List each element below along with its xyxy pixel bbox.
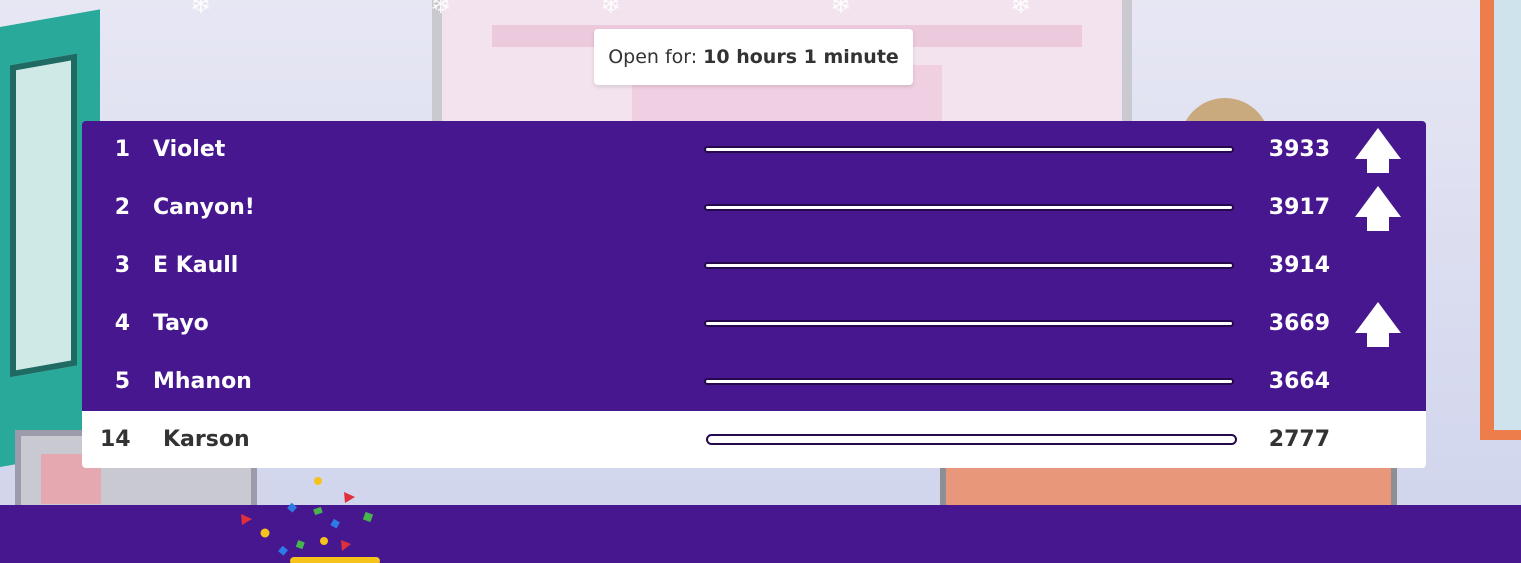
score-value: 3933	[1268, 137, 1330, 162]
score-value: 2777	[1268, 427, 1330, 452]
arrow-up-icon	[1355, 128, 1401, 173]
leaderboard: 1 Violet 3933 2 Canyon! 3917 3 E Kaull 3…	[82, 121, 1426, 468]
arrow-up-icon	[1355, 302, 1401, 347]
rank-number: 2	[114, 195, 130, 220]
score-bar	[704, 146, 1234, 153]
open-for-timer: Open for: 10 hours 1 minute	[594, 29, 913, 85]
leaderboard-row: 1 Violet 3933	[82, 121, 1426, 179]
rank-number: 5	[114, 369, 130, 394]
leaderboard-row: 2 Canyon! 3917	[82, 179, 1426, 237]
confetti-icon	[241, 477, 380, 563]
arrow-up-icon	[1355, 186, 1401, 231]
score-value: 3664	[1268, 369, 1330, 394]
leaderboard-row: 5 Mhanon 3664	[82, 353, 1426, 411]
score-value: 3669	[1268, 311, 1330, 336]
leaderboard-row-self: 14 Karson 2777	[82, 411, 1426, 468]
score-bar	[704, 262, 1234, 269]
player-name: Karson	[163, 427, 250, 452]
score-bar	[704, 378, 1234, 385]
score-bar	[706, 434, 1237, 445]
player-name: E Kaull	[153, 253, 239, 278]
player-name: Tayo	[153, 311, 209, 336]
footer-bar	[0, 505, 1521, 563]
rank-number: 3	[114, 253, 130, 278]
rank-number: 1	[114, 137, 130, 162]
rank-number: 14	[100, 427, 131, 452]
score-value: 3914	[1268, 253, 1330, 278]
player-name: Violet	[153, 137, 226, 162]
open-for-label: Open for:	[608, 46, 698, 68]
score-bar	[704, 204, 1234, 211]
score-value: 3917	[1268, 195, 1330, 220]
leaderboard-row: 4 Tayo 3669	[82, 295, 1426, 353]
leaderboard-row: 3 E Kaull 3914	[82, 237, 1426, 295]
open-for-duration: 10 hours 1 minute	[703, 46, 899, 68]
rank-number: 4	[114, 311, 130, 336]
player-name: Canyon!	[153, 195, 255, 220]
player-name: Mhanon	[153, 369, 252, 394]
score-bar	[704, 320, 1234, 327]
